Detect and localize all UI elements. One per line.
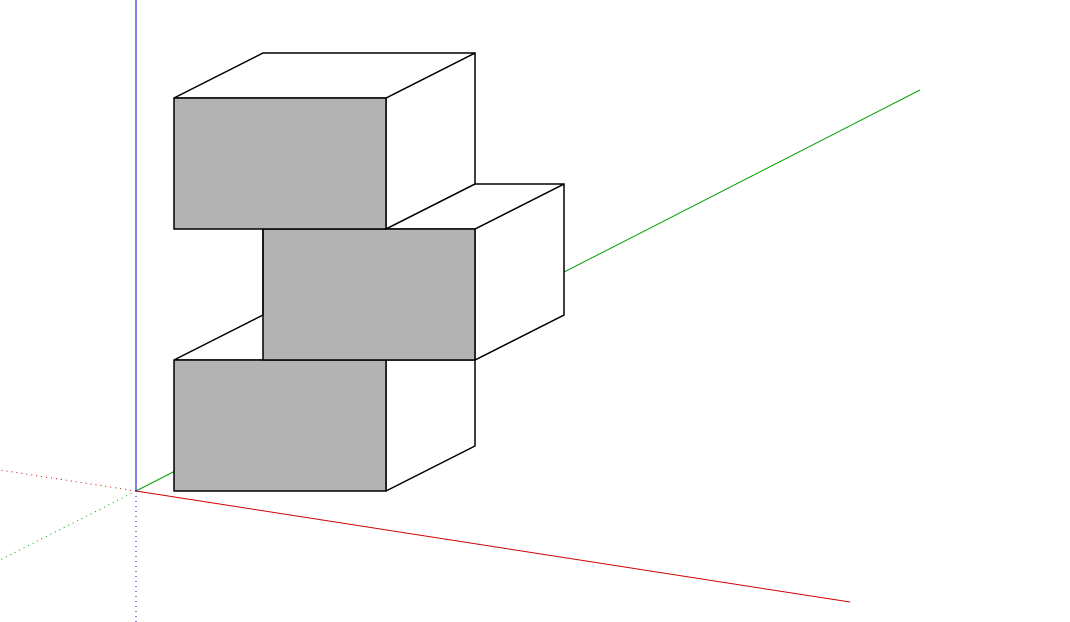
axis-y-negative — [0, 491, 136, 560]
middle-box-front-face — [263, 229, 475, 360]
axis-x-positive — [136, 491, 850, 602]
3d-viewport[interactable] — [0, 0, 1070, 622]
3d-model[interactable] — [174, 53, 564, 491]
top-box-front-face — [174, 98, 386, 229]
axis-x-negative — [0, 470, 136, 491]
bottom-box-front-face — [174, 360, 386, 491]
